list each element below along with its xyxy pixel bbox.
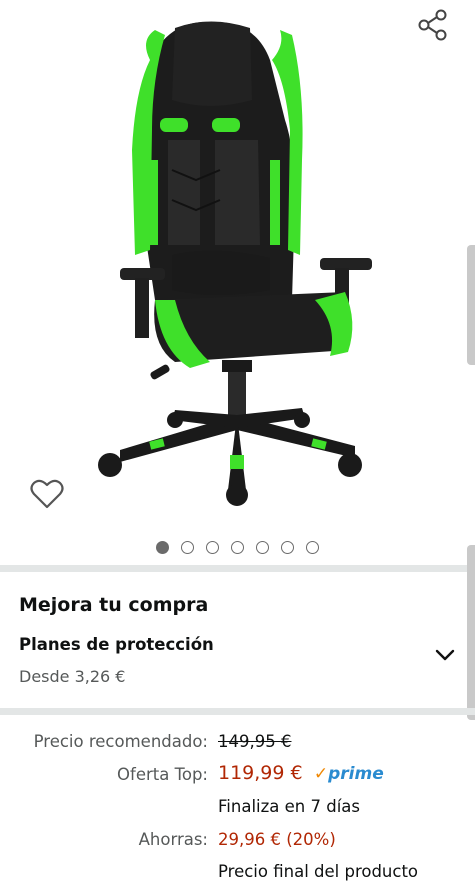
scroll-indicator[interactable] (467, 545, 475, 720)
deal-price-value: 119,99 € (218, 762, 303, 784)
chevron-down-icon[interactable] (434, 647, 456, 663)
share-icon[interactable] (416, 8, 450, 42)
gallery-dots[interactable] (156, 541, 319, 554)
upgrade-title: Mejora tu compra (19, 594, 209, 616)
product-image[interactable] (80, 0, 380, 510)
gallery-dot[interactable] (206, 541, 219, 554)
savings-row: Ahorras: 29,96 € (20%) (0, 830, 475, 854)
deal-ends-row: Finaliza en 7 días (0, 797, 475, 821)
prime-check-icon: ✓ (313, 764, 329, 784)
final-price-row: Precio final del producto (0, 862, 475, 886)
list-price-label: Precio recomendado: (33, 732, 208, 751)
upgrade-section[interactable]: Mejora tu compra Planes de protección De… (0, 572, 475, 708)
list-price-value: 149,95 € (218, 732, 292, 751)
prime-label: prime (328, 764, 384, 784)
gallery-dot[interactable] (181, 541, 194, 554)
price-section: Precio recomendado: 149,95 € Oferta Top:… (0, 715, 475, 889)
product-image-gallery[interactable] (0, 0, 475, 525)
savings-value: 29,96 € (20%) (218, 830, 336, 849)
gallery-dot[interactable] (281, 541, 294, 554)
prime-badge[interactable]: ✓prime (314, 764, 384, 784)
protection-plans-title: Planes de protección (19, 635, 214, 654)
deal-price-row: Oferta Top: 119,99 € ✓prime (0, 762, 475, 786)
deal-price-label: Oferta Top: (117, 765, 208, 784)
heart-icon[interactable] (30, 478, 64, 510)
gallery-dot[interactable] (156, 541, 169, 554)
gallery-dot[interactable] (306, 541, 319, 554)
final-price-note: Precio final del producto (218, 862, 419, 881)
protection-plans-price: Desde 3,26 € (19, 667, 126, 686)
gallery-dot[interactable] (256, 541, 269, 554)
deal-ends-text: Finaliza en 7 días (218, 797, 360, 816)
scroll-indicator[interactable] (467, 245, 475, 365)
product-page: Mejora tu compra Planes de protección De… (0, 0, 475, 889)
savings-label: Ahorras: (138, 830, 208, 849)
gallery-dot[interactable] (231, 541, 244, 554)
list-price-row: Precio recomendado: 149,95 € (0, 732, 475, 756)
section-divider (0, 708, 475, 715)
section-divider (0, 565, 475, 572)
